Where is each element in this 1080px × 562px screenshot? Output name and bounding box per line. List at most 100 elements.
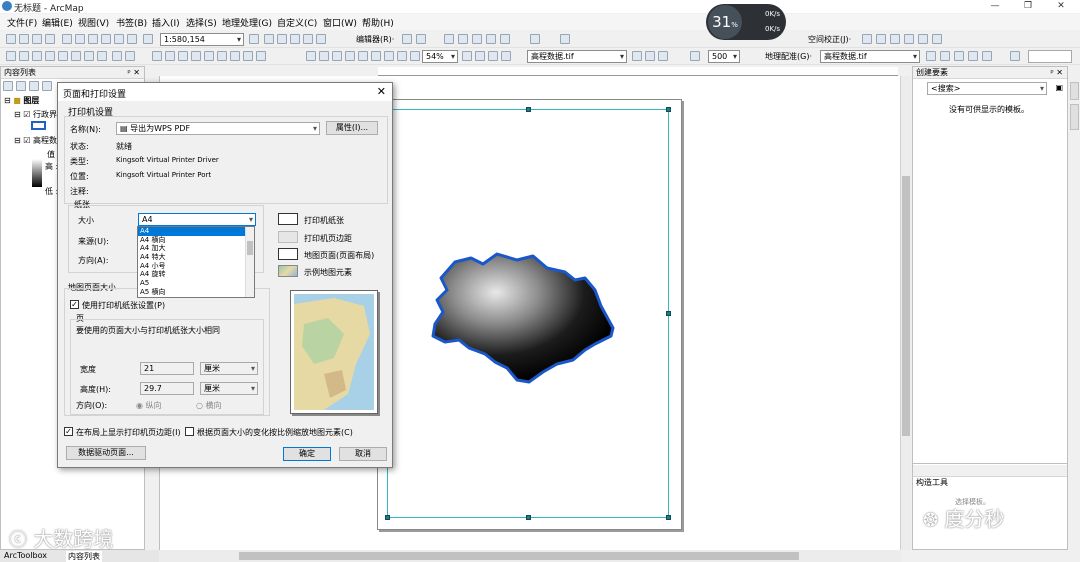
swipe-value-combo[interactable]: 500 — [708, 50, 740, 63]
fixed-zoom-in-icon[interactable] — [58, 51, 68, 61]
add-data-icon[interactable] — [143, 34, 153, 44]
layout-zoom-in-icon[interactable] — [306, 51, 316, 61]
contrast-icon[interactable] — [632, 51, 642, 61]
minimize-button[interactable]: — — [980, 0, 1010, 13]
search-icon[interactable] — [290, 34, 300, 44]
menu-help[interactable]: 帮助(H) — [362, 16, 394, 29]
toolbar-search-input[interactable] — [1028, 50, 1072, 63]
show-printer-margins-checkbox[interactable]: ✓ — [64, 427, 73, 436]
sketch-properties-icon[interactable] — [530, 34, 540, 44]
goto-xy-icon[interactable] — [243, 51, 253, 61]
list-by-selection-icon[interactable] — [42, 81, 52, 91]
zoom-out-icon[interactable] — [19, 51, 29, 61]
python-icon[interactable] — [316, 34, 326, 44]
size-option[interactable]: A4 加大 — [138, 244, 254, 253]
menu-geoprocessing[interactable]: 地理处理(G) — [222, 16, 272, 29]
change-layout-icon[interactable] — [488, 51, 498, 61]
data-driven-pages-button[interactable]: 数据驱动页面... — [66, 446, 146, 460]
menu-view[interactable]: 视图(V) — [78, 16, 109, 29]
layer-admin-boundary[interactable]: ⊟ ☑ 行政界 — [14, 109, 57, 120]
scale-elements-checkbox[interactable] — [185, 427, 194, 436]
frame-handle-tr[interactable] — [666, 107, 671, 112]
size-list-scrollbar[interactable] — [245, 227, 254, 297]
rotate-icon[interactable] — [486, 34, 496, 44]
georeferencing-menu[interactable]: 地理配准(G)· — [765, 51, 812, 62]
shift-icon[interactable] — [982, 51, 992, 61]
select-elements-tool-icon[interactable] — [152, 51, 162, 61]
pan-icon[interactable] — [32, 51, 42, 61]
cut-icon[interactable] — [62, 34, 72, 44]
undo-icon[interactable] — [114, 34, 124, 44]
arctoolbox-icon[interactable] — [303, 34, 313, 44]
organize-templates-icon[interactable]: ▣ — [1055, 83, 1063, 92]
find-route-icon[interactable] — [230, 51, 240, 61]
height-unit-select[interactable]: 厘米 — [200, 382, 258, 395]
frame-handle-br[interactable] — [666, 515, 671, 520]
find-icon[interactable] — [217, 51, 227, 61]
toggle-draft-icon[interactable] — [462, 51, 472, 61]
layout-fixed-zoom-out-icon[interactable] — [384, 51, 394, 61]
size-list-scroll-thumb[interactable] — [247, 241, 253, 255]
save-icon[interactable] — [32, 34, 42, 44]
search-tool-icon[interactable] — [1010, 51, 1020, 61]
close-window-button[interactable]: ✕ — [1046, 0, 1076, 13]
toc-icon[interactable] — [264, 34, 274, 44]
tab-toc[interactable]: 内容列表 — [66, 551, 102, 562]
menu-select[interactable]: 选择(S) — [186, 16, 217, 29]
cancel-button[interactable]: 取消 — [339, 447, 387, 461]
new-displacement-icon[interactable] — [876, 34, 886, 44]
layers-root[interactable]: ⊟ ■ 图层 — [4, 95, 39, 106]
paper-size-select[interactable]: A4 — [138, 213, 256, 226]
printer-properties-button[interactable]: 属性(I)... — [326, 121, 378, 135]
side-tab-1[interactable] — [1070, 82, 1079, 100]
portrait-radio[interactable]: ◉ 纵向 — [136, 400, 162, 411]
landscape-radio[interactable]: ○ 横向 — [196, 400, 222, 411]
transparency-icon[interactable] — [658, 51, 668, 61]
size-option[interactable]: A4 — [138, 227, 254, 236]
multi-displacement-icon[interactable] — [890, 34, 900, 44]
paste-icon[interactable] — [88, 34, 98, 44]
layer-elevation[interactable]: ⊟ ☑ 高程数 — [14, 135, 57, 146]
menu-edit[interactable]: 编辑(E) — [42, 16, 73, 29]
frame-handle-mr[interactable] — [666, 311, 671, 316]
snapping-icon[interactable] — [560, 34, 570, 44]
vertex-icon[interactable] — [444, 34, 454, 44]
link-table-georef-icon[interactable] — [940, 51, 950, 61]
rotate-georef-icon[interactable] — [968, 51, 978, 61]
spatial-adjust-menu[interactable]: 空间校正(J)· — [808, 34, 851, 45]
printer-name-select[interactable]: ▤ 导出为WPS PDF — [116, 122, 320, 135]
maximize-button[interactable]: ❐ — [1013, 0, 1043, 13]
frame-handle-bm[interactable] — [526, 515, 531, 520]
template-search-input[interactable]: <搜索> — [927, 82, 1047, 95]
layout-pan-icon[interactable] — [332, 51, 342, 61]
clear-selection-icon[interactable] — [125, 51, 135, 61]
open-icon[interactable] — [19, 34, 29, 44]
layout-horizontal-scrollbar[interactable] — [159, 550, 901, 562]
copy-icon[interactable] — [75, 34, 85, 44]
html-popup-icon[interactable] — [191, 51, 201, 61]
forward-icon[interactable] — [97, 51, 107, 61]
tab-arctoolbox[interactable]: ArcToolbox — [4, 551, 47, 560]
horizontal-scroll-thumb[interactable] — [239, 552, 799, 560]
focus-frame-icon[interactable] — [475, 51, 485, 61]
split-icon[interactable] — [472, 34, 482, 44]
layout-fixed-zoom-in-icon[interactable] — [371, 51, 381, 61]
layout-back-icon[interactable] — [397, 51, 407, 61]
use-printer-paper-checkbox[interactable]: ✓ — [70, 300, 79, 309]
attributes-icon[interactable] — [500, 34, 510, 44]
time-slider-icon[interactable] — [256, 51, 266, 61]
identity-link-icon[interactable] — [904, 34, 914, 44]
limited-adjust-icon[interactable] — [918, 34, 928, 44]
select-features-icon[interactable] — [112, 51, 122, 61]
toc-pin-icon[interactable]: ᵖ ✕ — [127, 67, 140, 79]
new-icon[interactable] — [6, 34, 16, 44]
catalog-icon[interactable] — [277, 34, 287, 44]
layout-forward-icon[interactable] — [410, 51, 420, 61]
print-icon[interactable] — [45, 34, 55, 44]
zoom-whole-page-icon[interactable] — [345, 51, 355, 61]
size-option[interactable]: A4 特大 — [138, 253, 254, 262]
add-control-points-icon[interactable] — [926, 51, 936, 61]
layout-zoom-out-icon[interactable] — [319, 51, 329, 61]
hyperlink-icon[interactable] — [178, 51, 188, 61]
zoom-100-icon[interactable] — [358, 51, 368, 61]
